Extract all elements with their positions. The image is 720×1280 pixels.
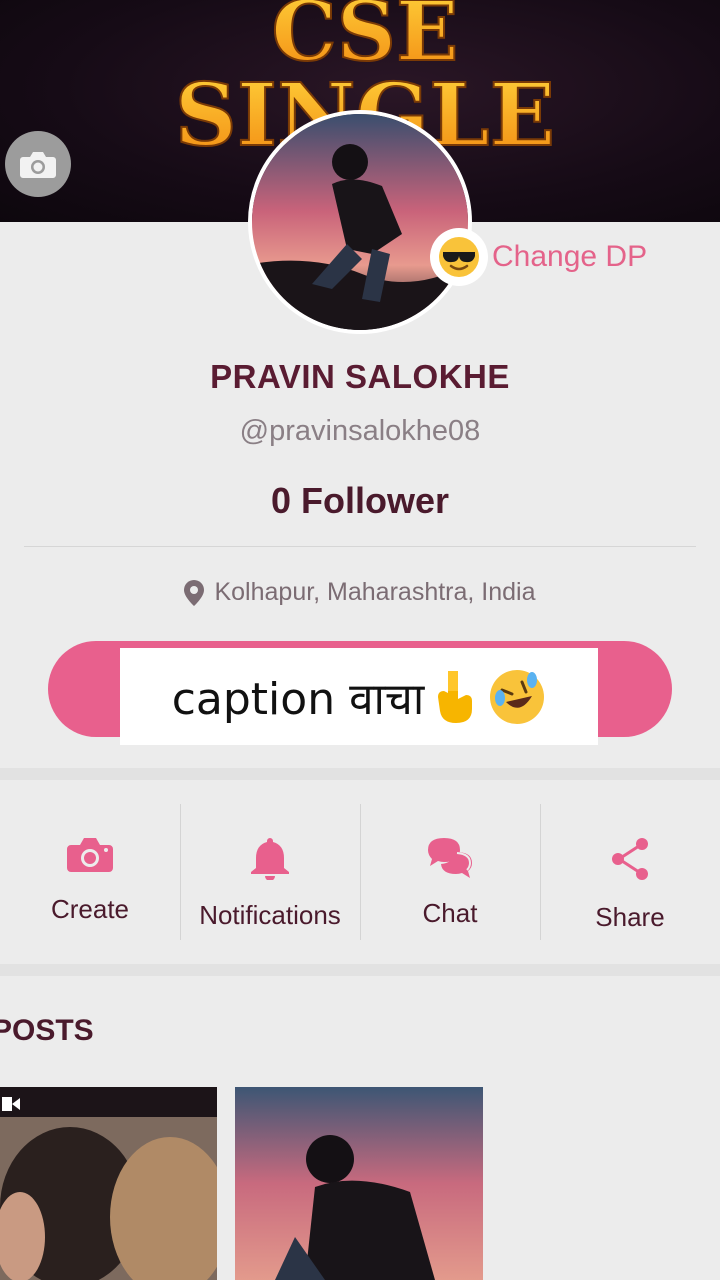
location-pin-icon — [184, 579, 205, 606]
create-label: Create — [50, 894, 130, 924]
divider — [24, 546, 696, 547]
post-thumbnail[interactable] — [0, 1087, 217, 1280]
location-text: Kolhapur, Maharashtra, India — [214, 578, 536, 606]
notifications-button[interactable]: Notifications — [180, 780, 360, 964]
caption-text: caption वाचा — [171, 673, 425, 725]
share-icon — [612, 838, 648, 880]
cover-camera-button[interactable] — [5, 131, 71, 197]
action-bar: Create Notifications Chat Share — [0, 780, 720, 964]
posts-heading: POSTS — [0, 1014, 94, 1047]
notifications-label: Notifications — [199, 900, 341, 930]
caption-overlay: caption वाचा — [120, 648, 598, 745]
pointing-down-emoji-icon — [438, 670, 473, 723]
profile-picture[interactable] — [248, 110, 472, 334]
share-button[interactable]: Share — [540, 780, 720, 964]
sunglasses-emoji-icon — [430, 228, 488, 286]
profile-name: PRAVIN SALOKHE — [210, 358, 510, 395]
chat-button[interactable]: Chat — [360, 780, 540, 964]
section-separator — [0, 768, 720, 780]
share-label: Share — [595, 902, 665, 932]
create-button[interactable]: Create — [0, 780, 180, 964]
section-separator — [0, 964, 720, 976]
camera-icon — [20, 152, 56, 178]
change-dp-button[interactable]: Change DP — [430, 228, 647, 286]
chat-label: Chat — [422, 898, 478, 928]
location-row: Kolhapur, Maharashtra, India — [0, 578, 720, 607]
profile-handle: @pravinsalokhe08 — [239, 415, 481, 447]
followers-count[interactable]: 0 Follower — [0, 480, 720, 522]
rofl-emoji-icon — [490, 669, 545, 724]
change-dp-label: Change DP — [492, 240, 648, 273]
bell-icon — [251, 838, 289, 880]
chat-bubbles-icon — [428, 838, 472, 878]
post-thumbnail[interactable] — [235, 1087, 483, 1280]
camera-icon — [67, 838, 113, 872]
